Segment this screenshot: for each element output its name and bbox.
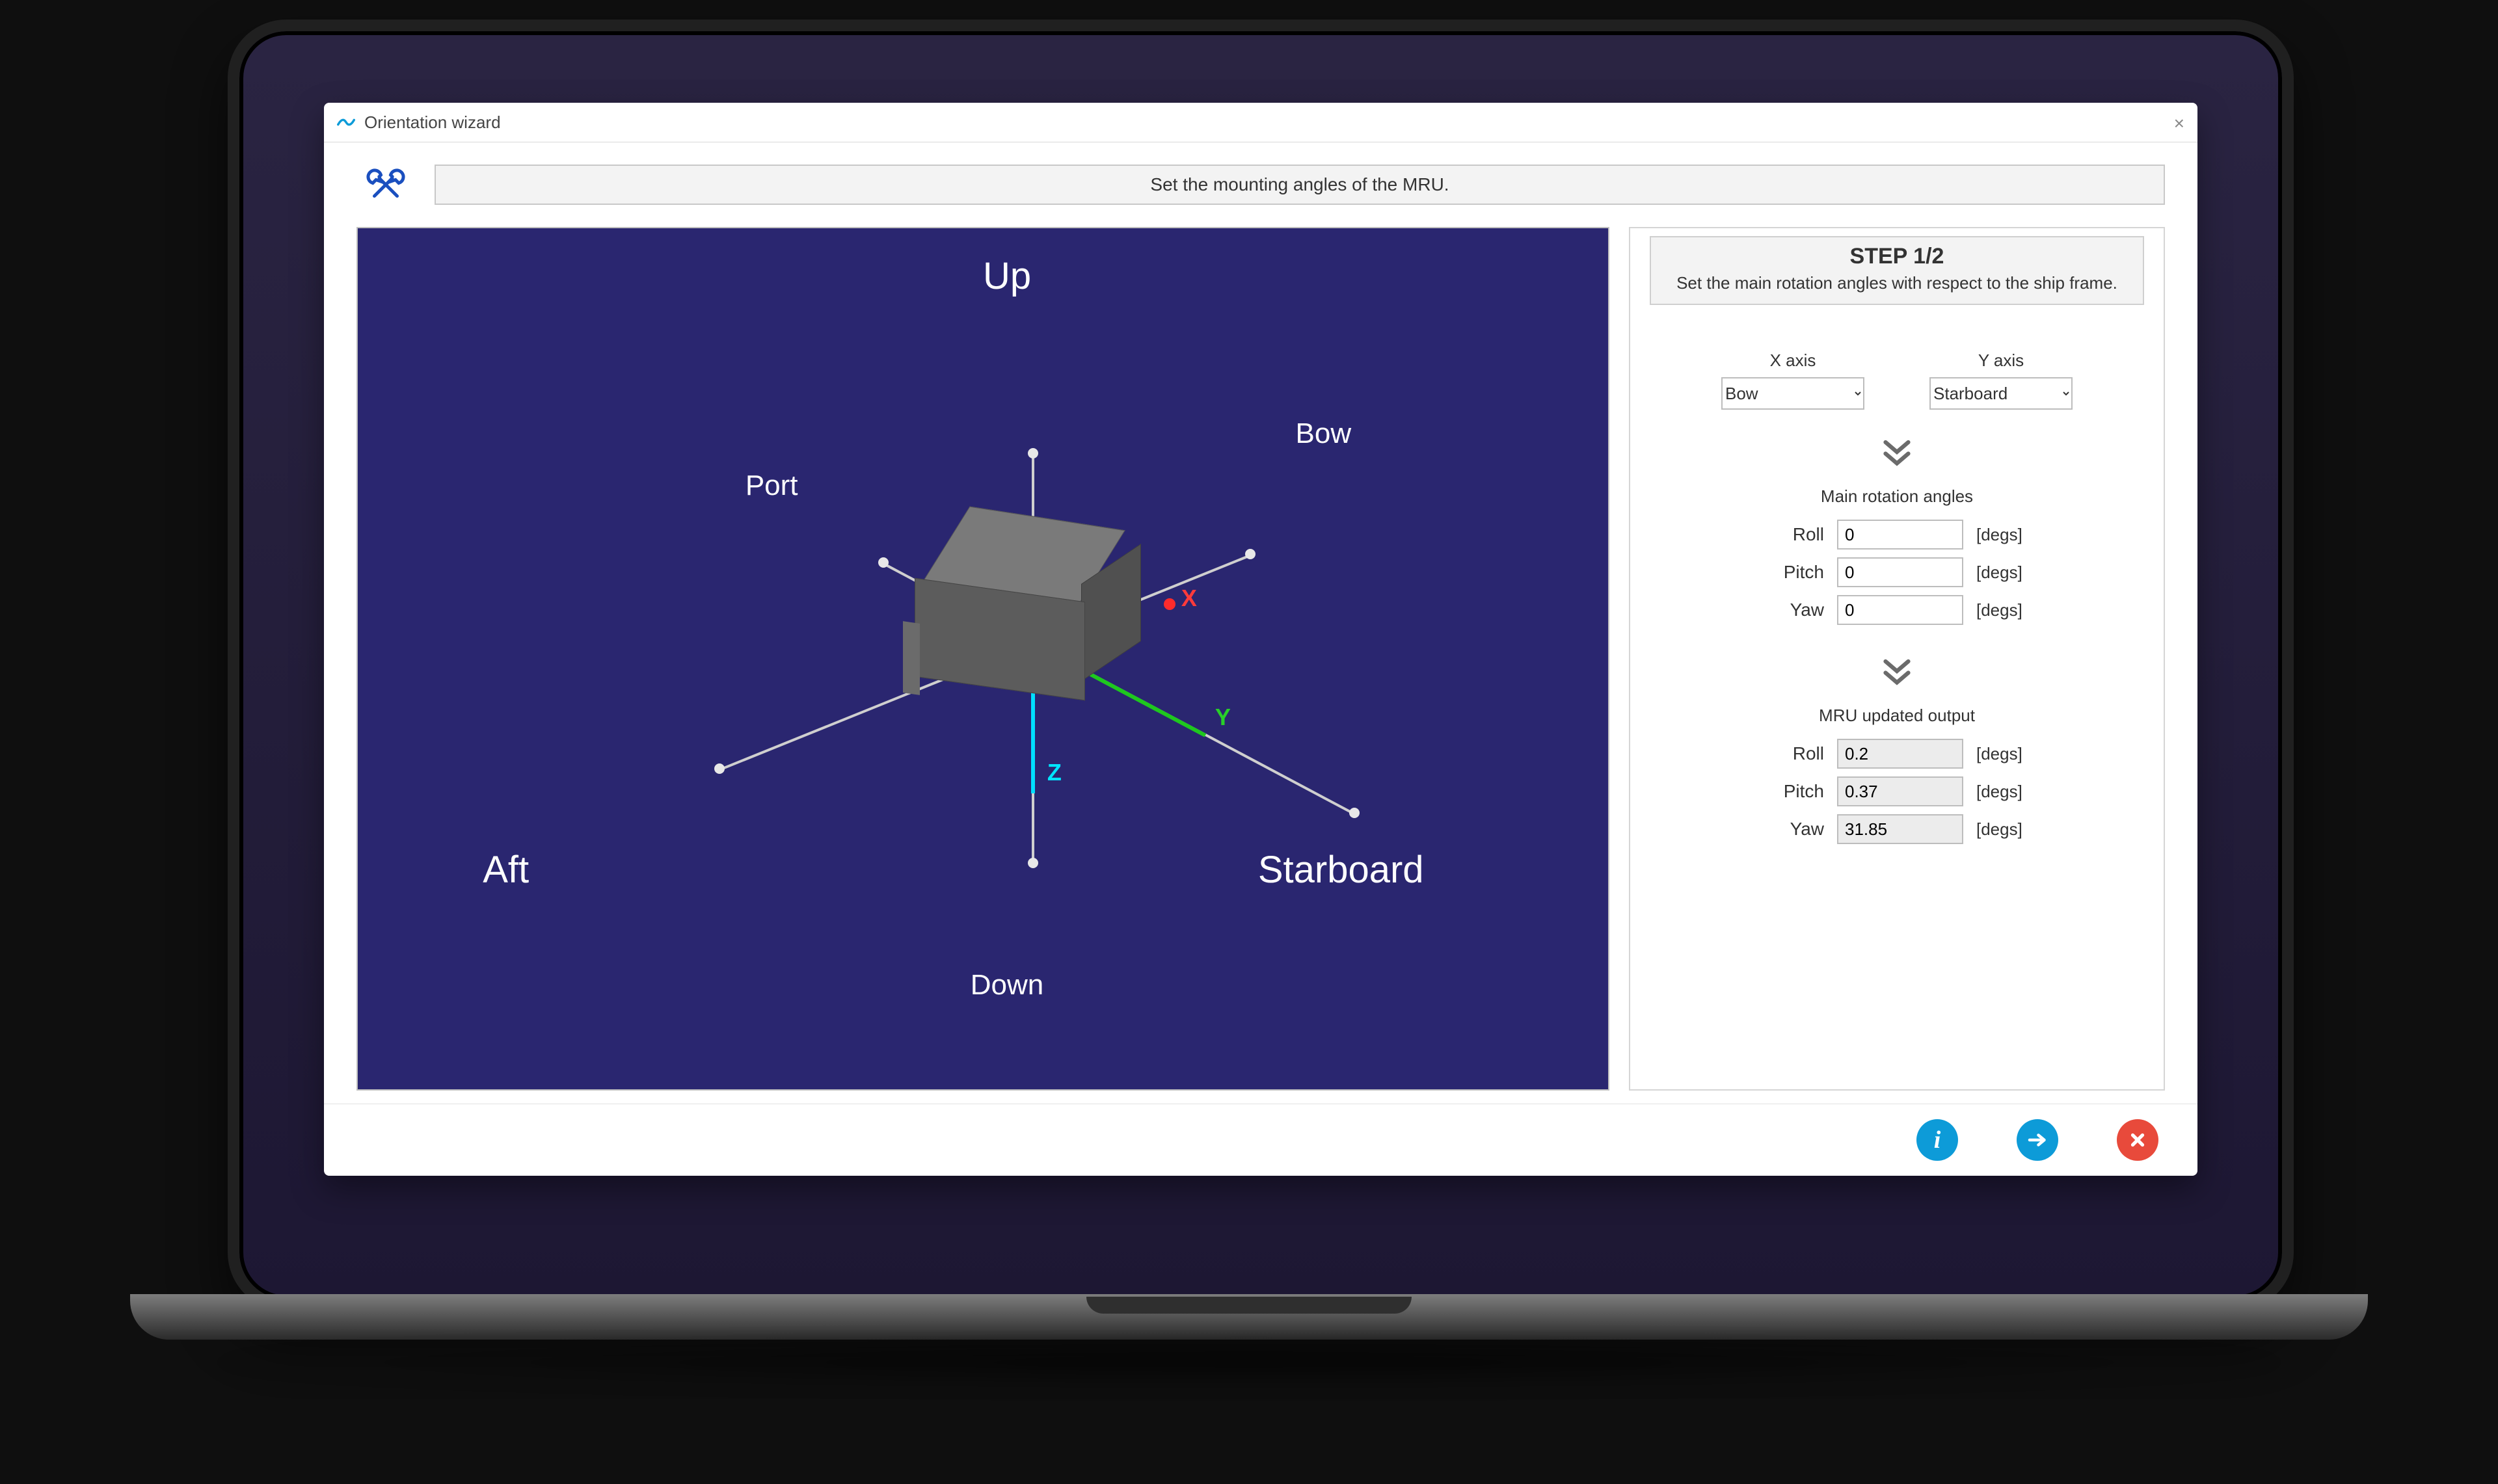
toolbar-row: Set the mounting angles of the MRU. (324, 142, 2197, 220)
window-title: Orientation wizard (364, 113, 501, 133)
out-yaw-label: Yaw (1759, 819, 1824, 840)
pitch-label: Pitch (1759, 562, 1824, 583)
next-button[interactable] (2017, 1119, 2058, 1161)
out-yaw-unit: [degs] (1976, 819, 2035, 840)
x-axis-select[interactable]: Bow (1721, 377, 1864, 410)
y-axis-select[interactable]: Starboard (1929, 377, 2073, 410)
roll-label: Roll (1759, 524, 1824, 545)
close-icon (2126, 1128, 2149, 1152)
label-axis-x: X (1181, 585, 1197, 612)
out-roll-value (1837, 739, 1963, 769)
yaw-label: Yaw (1759, 600, 1824, 620)
label-aft: Aft (483, 848, 529, 892)
laptop-shadow (195, 1336, 2303, 1388)
info-icon: i (1934, 1126, 1941, 1154)
x-axis-label: X axis (1721, 351, 1864, 371)
arrow-right-icon (2026, 1128, 2049, 1152)
label-bow: Bow (1296, 417, 1352, 450)
y-axis-label: Y axis (1929, 351, 2073, 371)
label-starboard: Starboard (1258, 848, 1424, 892)
roll-input[interactable] (1837, 520, 1963, 550)
label-up: Up (983, 254, 1031, 298)
cancel-button[interactable] (2117, 1119, 2158, 1161)
step-title: STEP 1/2 (1664, 244, 2130, 269)
pitch-input[interactable] (1837, 557, 1963, 587)
label-down: Down (971, 969, 1044, 1001)
out-pitch-unit: [degs] (1976, 782, 2035, 802)
yaw-input[interactable] (1837, 595, 1963, 625)
out-roll-label: Roll (1759, 743, 1824, 764)
roll-unit: [degs] (1976, 525, 2035, 545)
label-port: Port (745, 470, 798, 502)
side-panel: STEP 1/2 Set the main rotation angles wi… (1629, 227, 2165, 1091)
app-window: Orientation wizard × Set (324, 103, 2197, 1176)
wizard-icon (356, 155, 415, 214)
chevron-down-icon (1650, 432, 2144, 476)
titlebar: Orientation wizard × (324, 103, 2197, 142)
pitch-unit: [degs] (1976, 563, 2035, 583)
out-roll-unit: [degs] (1976, 744, 2035, 764)
instruction-text: Set the mounting angles of the MRU. (1150, 174, 1449, 195)
instruction-banner: Set the mounting angles of the MRU. (435, 165, 2165, 205)
yaw-unit: [degs] (1976, 600, 2035, 620)
label-axis-y: Y (1215, 704, 1231, 731)
content-area: Up Down Port Bow Aft Starboard X Y Z STE… (324, 220, 2197, 1104)
info-button[interactable]: i (1916, 1119, 1958, 1161)
label-axis-z: Z (1047, 759, 1062, 786)
app-logo-icon (337, 113, 355, 131)
out-yaw-value (1837, 814, 1963, 844)
step-box: STEP 1/2 Set the main rotation angles wi… (1650, 236, 2144, 305)
output-title: MRU updated output (1650, 706, 2144, 726)
window-close-button[interactable]: × (2174, 113, 2184, 134)
out-pitch-label: Pitch (1759, 781, 1824, 802)
out-pitch-value (1837, 776, 1963, 806)
laptop-notch (1086, 1297, 1412, 1314)
chevron-down-icon (1650, 652, 2144, 695)
step-desc: Set the main rotation angles with respec… (1664, 273, 2130, 293)
bottom-bar: i (324, 1104, 2197, 1176)
view3d[interactable]: Up Down Port Bow Aft Starboard X Y Z (356, 227, 1609, 1091)
main-angles-title: Main rotation angles (1650, 486, 2144, 507)
laptop-base (130, 1294, 2368, 1340)
laptop-mockup: Orientation wizard × Set (228, 20, 2294, 1311)
